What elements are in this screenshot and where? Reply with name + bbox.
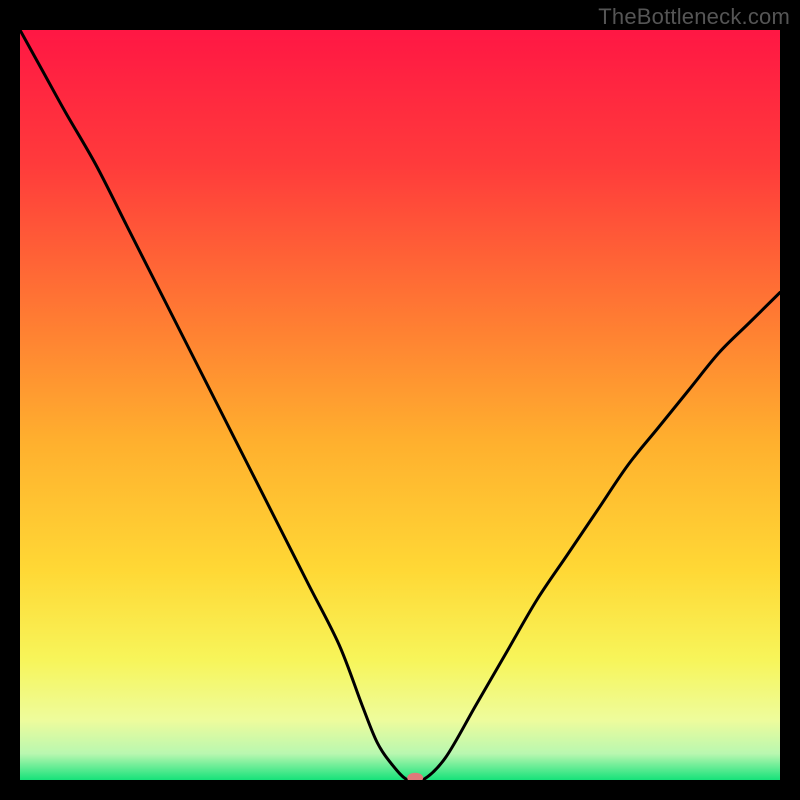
bottleneck-chart <box>20 30 780 780</box>
plot-area <box>20 30 780 780</box>
gradient-background <box>20 30 780 780</box>
watermark-text: TheBottleneck.com <box>598 4 790 30</box>
chart-frame: TheBottleneck.com <box>0 0 800 800</box>
